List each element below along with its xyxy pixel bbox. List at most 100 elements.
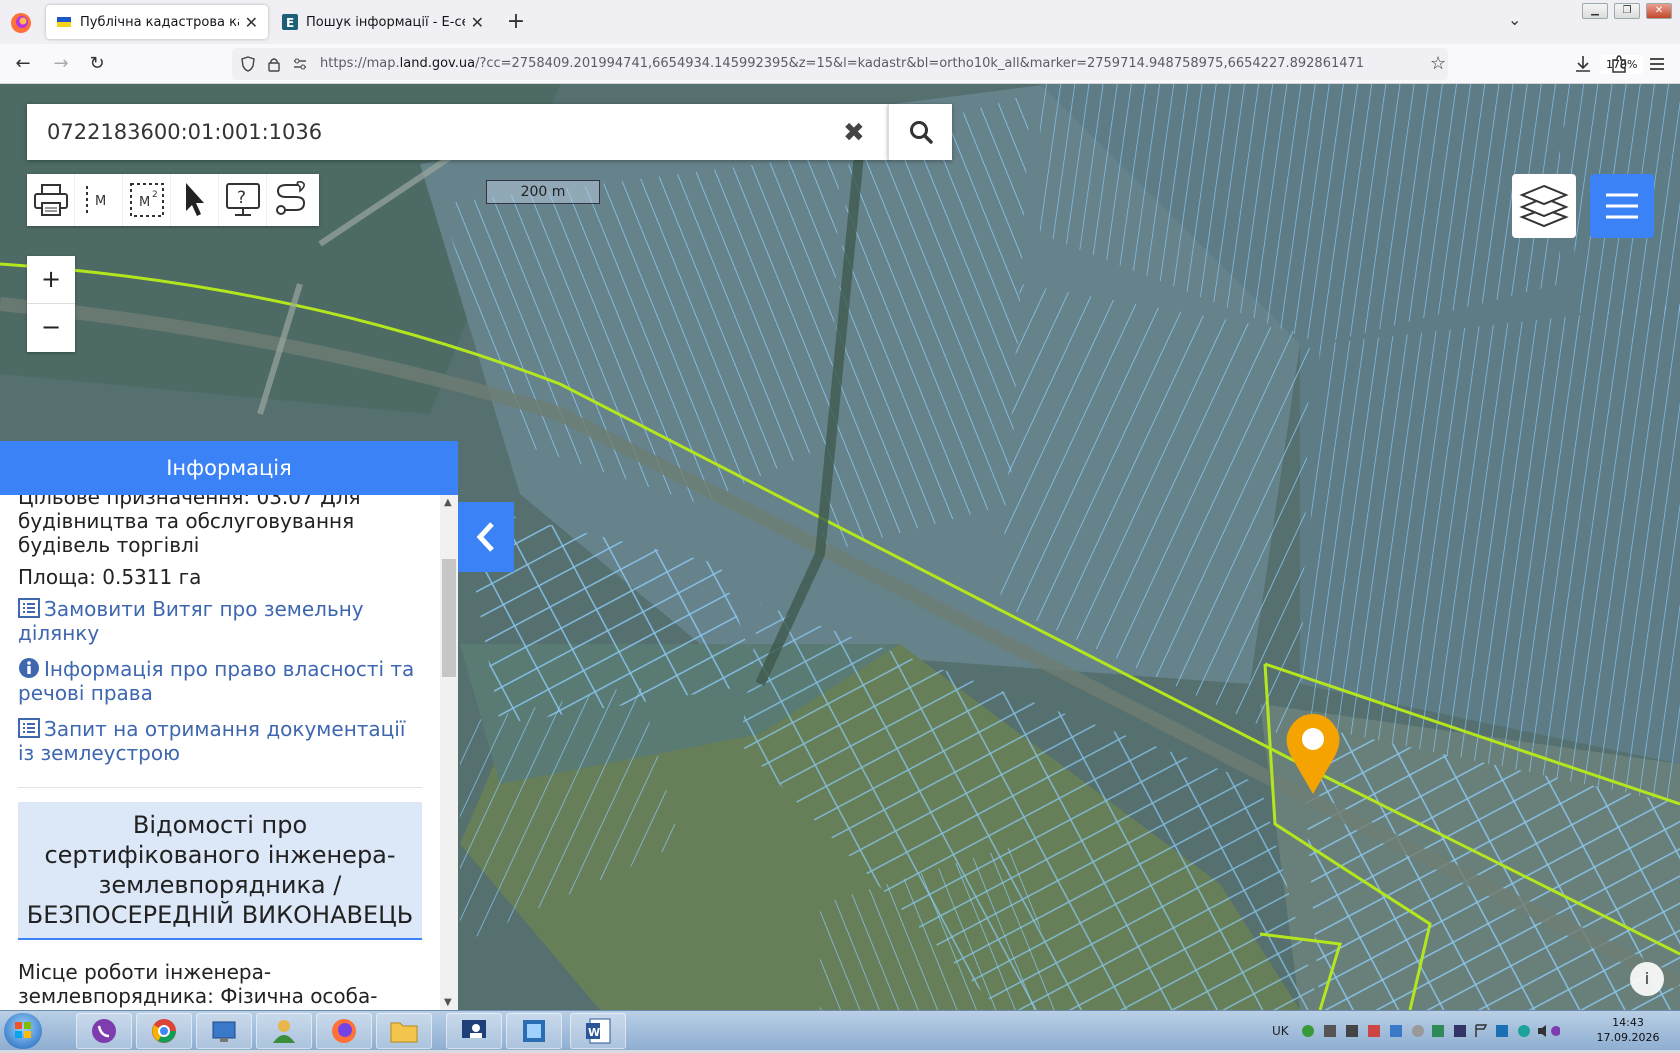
- folder-icon: [390, 1022, 418, 1043]
- svg-text:M: M: [95, 194, 106, 209]
- documentation-request-link[interactable]: Запит на отримання документації із земле…: [18, 717, 422, 765]
- ownership-info-link[interactable]: Інформація про право власності та речові…: [18, 657, 422, 705]
- svg-text:E: E: [286, 16, 294, 30]
- control-panel-icon: [212, 1021, 236, 1042]
- zoom-control: + −: [27, 256, 75, 352]
- taskbar-remote[interactable]: [446, 1013, 502, 1049]
- taskbar-viber[interactable]: [76, 1013, 132, 1049]
- taskbar-chrome[interactable]: [136, 1013, 192, 1049]
- search-button[interactable]: [888, 104, 952, 160]
- url-text[interactable]: https://map.land.gov.ua/?cc=2758409.2019…: [320, 56, 1364, 71]
- land-purpose: Цільове призначення: 03.07 Для будівницт…: [18, 495, 361, 557]
- land-area: Площа: 0.5311 га: [18, 565, 202, 589]
- measure-area-icon: M2: [129, 183, 164, 217]
- location-marker-icon[interactable]: [1284, 712, 1342, 796]
- viber-icon: [92, 1019, 116, 1043]
- lock-icon[interactable]: [266, 56, 282, 72]
- list-tabs-icon[interactable]: ⌄: [1508, 10, 1521, 29]
- windows-taskbar: W UK 14:43 17.09.2026: [0, 1010, 1680, 1050]
- measure-distance-button[interactable]: M: [75, 174, 123, 226]
- start-button[interactable]: [4, 1013, 42, 1049]
- windows-logo-icon: [15, 1022, 31, 1038]
- collapse-panel-button[interactable]: [458, 502, 514, 572]
- permissions-icon[interactable]: [292, 56, 308, 72]
- engineer-workplace: Місце роботи інженера-землевпорядника: Ф…: [18, 960, 378, 1010]
- bookmark-star-icon[interactable]: ☆: [1430, 53, 1446, 74]
- taskbar-control-panel[interactable]: [196, 1013, 252, 1049]
- scroll-up-icon[interactable]: ▲: [444, 497, 452, 508]
- tab-title: Публічна кадастрова карта Ук: [80, 14, 239, 30]
- map-toolbar: M M2 ?: [27, 174, 319, 226]
- engineer-section: Відомості про сертифікованого інженера-з…: [18, 787, 422, 1010]
- info-panel-scrollbar[interactable]: ▲ ▼: [440, 495, 458, 1010]
- taskbar-app[interactable]: [506, 1013, 562, 1049]
- shield-icon[interactable]: [240, 56, 256, 72]
- info-circle-icon: [19, 658, 39, 678]
- list-icon: [18, 718, 40, 738]
- forward-icon[interactable]: →: [50, 53, 72, 75]
- users-icon: [273, 1020, 295, 1043]
- measure-distance-icon: M: [85, 186, 106, 214]
- search-icon: [909, 121, 933, 144]
- help-info-icon: ?: [225, 183, 260, 216]
- zoom-in-button[interactable]: +: [27, 256, 75, 304]
- svg-text:M: M: [139, 195, 150, 210]
- route-button[interactable]: [267, 174, 315, 226]
- scale-bar: 200 m: [486, 180, 600, 204]
- word-icon: W: [586, 1018, 611, 1044]
- clock-time: 14:43: [1612, 1016, 1644, 1029]
- cadastral-number-input[interactable]: [27, 104, 885, 160]
- layers-icon: [1519, 184, 1569, 228]
- app-menu-icon[interactable]: [1646, 53, 1668, 75]
- taskbar-clock[interactable]: 14:43 17.09.2026: [1588, 1015, 1668, 1045]
- order-extract-link[interactable]: Замовити Витяг про земельну ділянку: [18, 597, 422, 645]
- restore-button[interactable]: ❐: [1614, 3, 1640, 19]
- tab-cadastral-map[interactable]: Публічна кадастрова карта Ук ✕: [46, 5, 268, 39]
- tray-icons[interactable]: [1300, 1023, 1560, 1039]
- browser-nav-bar: ← → ↻ https://map.land.gov.ua/?cc=275840…: [0, 44, 1680, 84]
- clear-search-icon[interactable]: ✖: [843, 118, 865, 148]
- close-window-button[interactable]: ✕: [1646, 3, 1672, 19]
- tab-e-services[interactable]: E Пошук інформації - E-сервіси ✕: [272, 5, 494, 39]
- main-menu-button[interactable]: [1590, 174, 1654, 238]
- pointer-icon: [185, 183, 204, 216]
- close-tab-icon[interactable]: ✕: [471, 13, 484, 32]
- list-icon: [18, 598, 40, 618]
- taskbar-word[interactable]: W: [570, 1013, 626, 1049]
- svg-text:W: W: [588, 1026, 600, 1039]
- help-info-button[interactable]: ?: [219, 174, 267, 226]
- cadastral-map[interactable]: ✖ M M2 ? 200 m + −: [0, 84, 1680, 1010]
- language-indicator[interactable]: UK: [1272, 1024, 1289, 1038]
- taskbar-users[interactable]: [256, 1013, 312, 1049]
- firefox-icon: [332, 1019, 356, 1043]
- print-button[interactable]: [27, 174, 75, 226]
- info-panel-content: Цільове призначення: 03.07 Для будівницт…: [0, 495, 440, 1010]
- taskbar-firefox[interactable]: [316, 1013, 372, 1049]
- downloads-icon[interactable]: [1572, 53, 1594, 75]
- svg-text:2: 2: [152, 190, 158, 200]
- zoom-out-button[interactable]: −: [27, 304, 75, 352]
- back-icon[interactable]: ←: [12, 53, 34, 75]
- info-panel: Інформація Цільове призначення: 03.07 Дл…: [0, 441, 458, 1010]
- map-info-button[interactable]: i: [1630, 962, 1664, 996]
- scrollbar-thumb[interactable]: [442, 559, 456, 677]
- route-icon: [276, 181, 306, 215]
- select-pointer-button[interactable]: [171, 174, 219, 226]
- clock-date: 17.09.2026: [1596, 1031, 1660, 1044]
- minimize-button[interactable]: ▁: [1582, 3, 1608, 19]
- taskbar-explorer[interactable]: [376, 1013, 432, 1049]
- chevron-left-icon: [476, 522, 494, 552]
- remote-desktop-icon: [462, 1020, 486, 1038]
- info-panel-title: Інформація: [0, 441, 458, 495]
- measure-area-button[interactable]: M2: [123, 174, 171, 226]
- new-tab-button[interactable]: +: [504, 9, 528, 34]
- address-bar[interactable]: https://map.land.gov.ua/?cc=2758409.2019…: [232, 48, 1644, 80]
- reload-icon[interactable]: ↻: [86, 53, 108, 75]
- layers-button[interactable]: [1512, 174, 1576, 238]
- firefox-menu-icon[interactable]: [8, 10, 34, 36]
- scroll-down-icon[interactable]: ▼: [444, 997, 452, 1008]
- browser-tab-bar: Публічна кадастрова карта Ук ✕ E Пошук і…: [0, 0, 1680, 44]
- e-services-icon: E: [282, 14, 298, 30]
- extensions-icon[interactable]: [1608, 53, 1630, 75]
- close-tab-icon[interactable]: ✕: [245, 13, 258, 32]
